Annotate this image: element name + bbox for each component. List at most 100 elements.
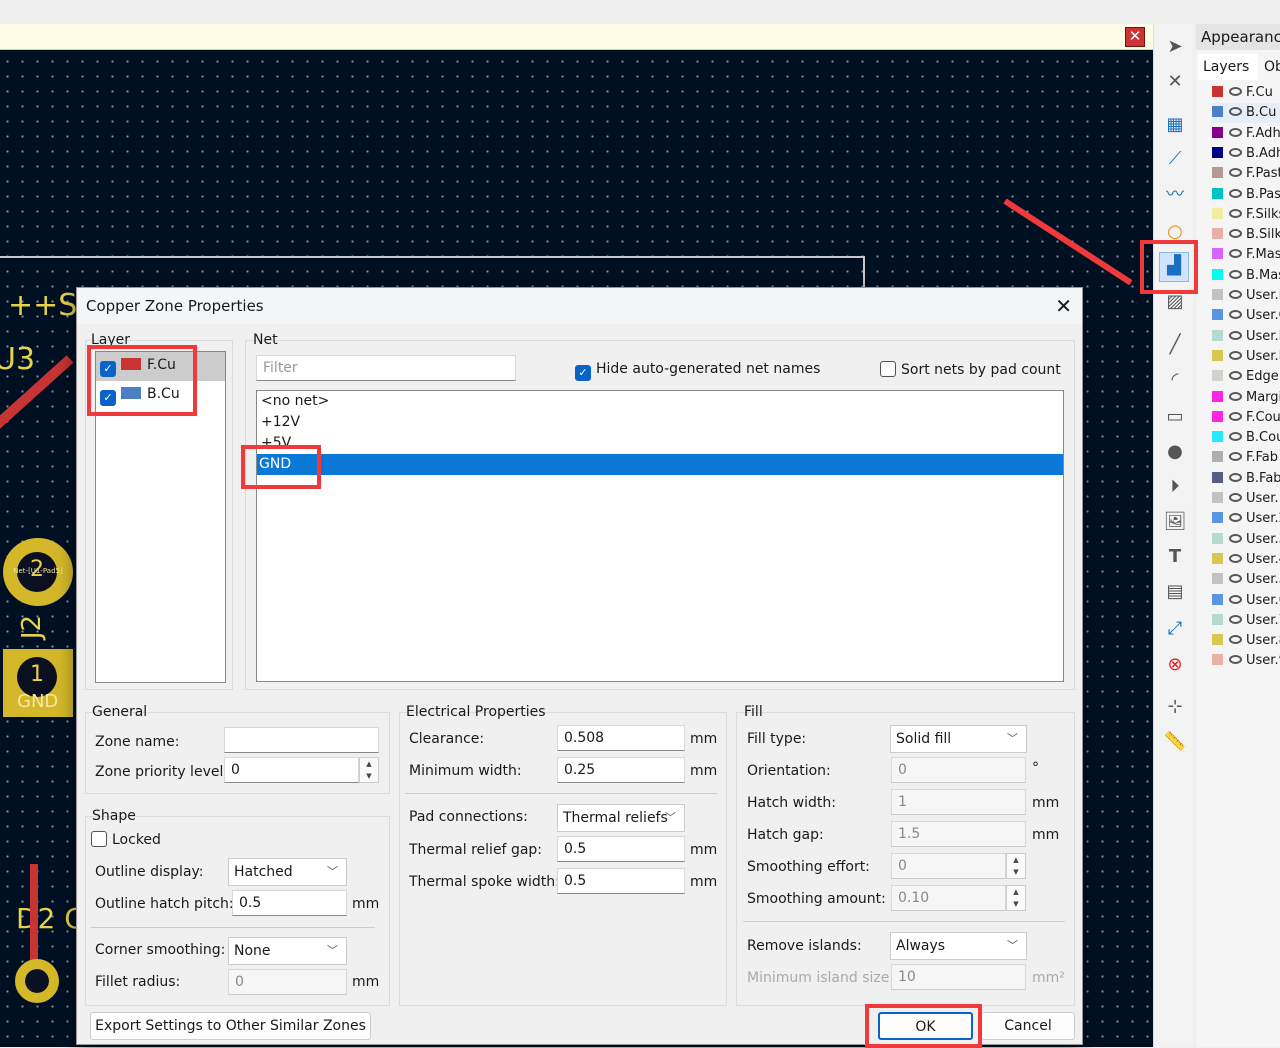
route-track-icon[interactable]: ⟋: [1162, 146, 1188, 172]
eye-icon[interactable]: [1229, 391, 1242, 401]
tab-layers[interactable]: Layers: [1198, 54, 1258, 80]
spoke-width-input[interactable]: 0.5: [557, 868, 685, 894]
locked-checkbox[interactable]: Locked: [91, 831, 161, 848]
layer-color-swatch[interactable]: [1212, 390, 1223, 402]
layer-row[interactable]: User.6: [1212, 591, 1280, 611]
eye-icon[interactable]: [1229, 87, 1242, 96]
layer-row[interactable]: F.Past: [1212, 164, 1280, 184]
layer-color-swatch[interactable]: [1212, 126, 1223, 138]
priority-input[interactable]: 0: [224, 757, 359, 783]
layer-color-swatch[interactable]: [1212, 451, 1223, 463]
layer-color-swatch[interactable]: [1212, 410, 1223, 422]
eye-icon[interactable]: [1229, 290, 1242, 299]
fillet-radius-input[interactable]: 0: [228, 969, 347, 995]
layer-color-swatch[interactable]: [1212, 532, 1223, 544]
layer-color-swatch[interactable]: [1212, 370, 1223, 382]
layer-color-swatch[interactable]: [1212, 146, 1223, 158]
close-icon[interactable]: ✕: [1125, 27, 1145, 47]
export-settings-button[interactable]: Export Settings to Other Similar Zones: [90, 1012, 371, 1040]
layer-row[interactable]: User.2: [1212, 509, 1280, 529]
layer-color-swatch[interactable]: [1212, 309, 1223, 321]
eye-icon[interactable]: [1229, 147, 1242, 157]
dimension-icon[interactable]: ⤢: [1162, 616, 1188, 642]
line-icon[interactable]: ╱: [1162, 332, 1188, 358]
layer-row[interactable]: User.3: [1212, 530, 1280, 550]
eye-icon[interactable]: [1229, 614, 1242, 624]
footprint-icon[interactable]: ▦: [1162, 112, 1188, 138]
eye-icon[interactable]: [1229, 472, 1242, 482]
eye-icon[interactable]: [1229, 350, 1242, 360]
eye-icon[interactable]: [1229, 594, 1242, 604]
min-width-input[interactable]: 0.25: [557, 757, 685, 783]
eye-icon[interactable]: [1229, 411, 1242, 421]
eye-icon[interactable]: [1229, 452, 1242, 462]
layer-row[interactable]: User.8: [1212, 631, 1280, 651]
close-icon[interactable]: ✕: [1055, 294, 1072, 318]
corner-smoothing-select[interactable]: None ﹀: [228, 937, 347, 965]
net-item[interactable]: <no net>: [257, 391, 1063, 412]
layer-row[interactable]: B.Past: [1212, 185, 1280, 205]
layer-row[interactable]: User.9: [1212, 651, 1280, 671]
pad[interactable]: [15, 959, 59, 1003]
arc-icon[interactable]: ◜: [1162, 367, 1188, 393]
net-filter-input[interactable]: Filter: [256, 355, 516, 381]
eye-icon[interactable]: [1229, 330, 1242, 340]
layer-row[interactable]: F.Cu: [1212, 83, 1280, 103]
layer-row[interactable]: User.7: [1212, 611, 1280, 631]
layer-color-swatch[interactable]: [1212, 512, 1223, 524]
eye-icon[interactable]: [1229, 493, 1242, 502]
select-arrow-icon[interactable]: ➤: [1162, 34, 1188, 60]
layer-color-swatch[interactable]: [1212, 471, 1223, 483]
hide-auto-checkbox[interactable]: ✓ Hide auto-generated net names: [575, 361, 820, 381]
eye-icon[interactable]: [1229, 249, 1242, 259]
eye-icon[interactable]: [1229, 269, 1242, 279]
layer-color-swatch[interactable]: [1212, 349, 1223, 361]
layer-row[interactable]: B.Adh: [1212, 144, 1280, 164]
layer-color-swatch[interactable]: [1212, 248, 1223, 260]
layer-color-swatch[interactable]: [1212, 289, 1223, 300]
eye-icon[interactable]: [1229, 533, 1242, 543]
image-icon[interactable]: 🖼: [1162, 509, 1188, 535]
eye-icon[interactable]: [1229, 432, 1242, 442]
layer-color-swatch[interactable]: [1212, 654, 1223, 666]
net-list[interactable]: <no net> +12V +5V GND: [256, 390, 1064, 682]
eye-icon[interactable]: [1229, 168, 1242, 178]
net-item[interactable]: +12V: [257, 412, 1063, 433]
layer-row[interactable]: F.Cou: [1212, 408, 1280, 428]
relief-gap-input[interactable]: 0.5: [557, 836, 685, 862]
cancel-button[interactable]: Cancel: [981, 1012, 1075, 1040]
layer-color-swatch[interactable]: [1212, 187, 1223, 199]
hatch-width-input[interactable]: 1: [891, 789, 1026, 815]
origin-icon[interactable]: ⊹: [1162, 694, 1188, 720]
zone-name-input[interactable]: [224, 727, 379, 753]
layer-row[interactable]: User.E: [1212, 327, 1280, 347]
eye-icon[interactable]: [1229, 310, 1242, 320]
text-icon[interactable]: T: [1162, 544, 1188, 570]
smoothing-amount-spinner[interactable]: ▲ ▼: [1006, 885, 1026, 911]
eye-icon[interactable]: [1229, 574, 1242, 584]
layer-color-swatch[interactable]: [1212, 552, 1223, 564]
layer-row[interactable]: User.1: [1212, 489, 1280, 509]
layer-row[interactable]: B.Cu: [1212, 103, 1280, 124]
orientation-input[interactable]: 0: [891, 757, 1026, 783]
clearance-input[interactable]: 0.508: [557, 725, 685, 751]
layer-row[interactable]: F.Adh: [1212, 124, 1280, 144]
eye-icon[interactable]: [1229, 513, 1242, 523]
layer-color-swatch[interactable]: [1212, 329, 1223, 341]
eye-icon[interactable]: [1229, 553, 1242, 563]
tab-objects[interactable]: Ob: [1260, 54, 1280, 80]
tune-length-icon[interactable]: 〰: [1162, 182, 1188, 208]
pad-connections-select[interactable]: Thermal reliefs ﹀: [557, 804, 685, 832]
eye-icon[interactable]: [1229, 127, 1242, 137]
polygon-icon[interactable]: ⏵: [1162, 474, 1188, 500]
layer-row[interactable]: User.C: [1212, 306, 1280, 326]
layer-row[interactable]: B.Mas: [1212, 266, 1280, 286]
priority-spinner[interactable]: ▲ ▼: [359, 757, 379, 783]
layer-color-swatch[interactable]: [1212, 228, 1223, 240]
layer-row[interactable]: B.Cou: [1212, 428, 1280, 448]
layer-row[interactable]: F.Silks: [1212, 205, 1280, 225]
smoothing-amount-input[interactable]: 0.10: [891, 885, 1006, 911]
local-ratsnest-icon[interactable]: ✕: [1162, 69, 1188, 95]
layer-row[interactable]: User.E: [1212, 347, 1280, 367]
eye-icon[interactable]: [1229, 188, 1242, 198]
